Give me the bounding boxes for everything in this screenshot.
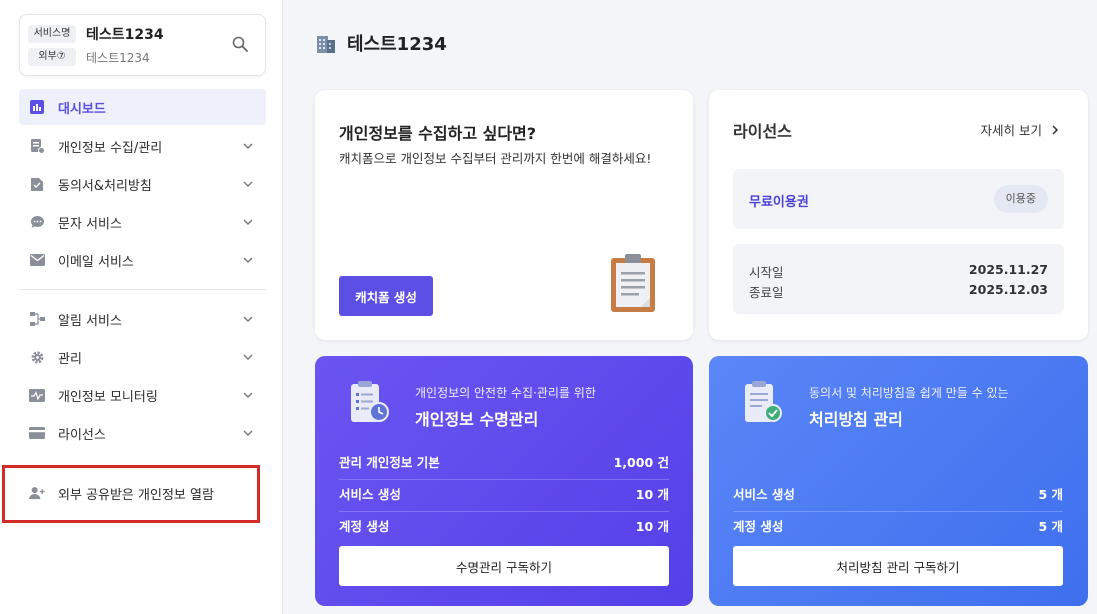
sidebar-item-label: 알림 서비스: [58, 313, 122, 329]
service-external-row: 외부⑦ 테스트1234: [28, 48, 150, 66]
service-name-tag: 서비스명: [28, 25, 76, 43]
row-label: 계정 생성: [339, 519, 390, 534]
status-badge: 이용중: [993, 185, 1048, 213]
license-start-row: 시작일 2025.11.27: [749, 262, 1048, 281]
row-value: 5 개: [1038, 519, 1063, 534]
policy-row: 계정 생성 5 개: [733, 516, 1063, 543]
sidebar-item-label: 대시보드: [58, 101, 106, 117]
sidebar-item-email[interactable]: 이메일 서비스: [19, 242, 266, 278]
license-plan: 무료이용권: [749, 195, 809, 210]
chevron-down-icon: [243, 219, 253, 225]
sidebar-item-collect[interactable]: 개인정보 수집/관리: [19, 128, 266, 164]
sidebar-item-license[interactable]: 라이선스: [19, 415, 266, 451]
row-label: 서비스 생성: [733, 487, 795, 502]
sidebar: 서비스명 테스트1234 외부⑦ 테스트1234 대시보드 개인정보 수집/관리…: [0, 0, 283, 614]
row-label: 관리 개인정보 기본: [339, 455, 440, 470]
start-value: 2025.11.27: [968, 262, 1048, 277]
highlight-box: [2, 465, 260, 523]
license-more-link[interactable]: 자세히 보기: [981, 120, 1060, 139]
lifecycle-row: 계정 생성 10 개: [339, 516, 669, 543]
row-label: 서비스 생성: [339, 487, 401, 502]
service-name: 테스트1234: [86, 27, 164, 43]
row-value: 10 개: [635, 519, 669, 534]
page-title: 테스트1234: [315, 30, 447, 56]
collect-title: 개인정보를 수집하고 싶다면?: [339, 124, 537, 143]
monitor-icon: [29, 387, 45, 403]
card-icon: [29, 425, 45, 441]
row-value: 1,000 건: [613, 455, 669, 470]
license-period-box: 시작일 2025.11.27 종료일 2025.12.03: [733, 244, 1064, 314]
document-icon: [29, 176, 45, 192]
license-end-row: 종료일 2025.12.03: [749, 282, 1048, 301]
lifecycle-row: 관리 개인정보 기본 1,000 건: [339, 452, 669, 480]
clipboard-check-icon: [745, 381, 782, 422]
page-title-text: 테스트1234: [347, 34, 447, 55]
sidebar-item-dashboard[interactable]: 대시보드: [19, 89, 266, 125]
lifecycle-promo-card: 개인정보의 안전한 수집·관리를 위한 개인정보 수명관리 관리 개인정보 기본…: [315, 356, 693, 606]
license-title: 라이선스: [733, 122, 792, 141]
service-selector[interactable]: 서비스명 테스트1234 외부⑦ 테스트1234: [19, 14, 266, 76]
gear-icon: [29, 349, 45, 365]
license-plan-box: 무료이용권 이용중: [733, 169, 1064, 229]
collect-description: 캐치폼으로 개인정보 수집부터 관리까지 한번에 해결하세요!: [339, 151, 652, 166]
chevron-down-icon: [243, 392, 253, 398]
lifecycle-subtitle: 개인정보의 안전한 수집·관리를 위한: [415, 386, 596, 400]
policy-promo-card: 동의서 및 처리방침을 쉽게 만들 수 있는 처리방침 관리 서비스 생성 5 …: [709, 356, 1088, 606]
chevron-down-icon: [243, 181, 253, 187]
sidebar-item-label: 개인정보 수집/관리: [58, 140, 163, 156]
building-icon: [317, 36, 335, 53]
chat-icon: [29, 214, 45, 230]
sidebar-item-label: 개인정보 모니터링: [58, 389, 158, 405]
policy-subtitle: 동의서 및 처리방침을 쉽게 만들 수 있는: [809, 386, 1009, 400]
sidebar-item-label: 이메일 서비스: [58, 254, 134, 270]
lifecycle-row: 서비스 생성 10 개: [339, 484, 669, 512]
end-value: 2025.12.03: [968, 282, 1048, 297]
service-name-row: 서비스명 테스트1234: [28, 24, 164, 44]
sidebar-item-label: 문자 서비스: [58, 216, 122, 232]
chevron-down-icon: [243, 430, 253, 436]
dashboard-icon: [29, 99, 45, 115]
sidebar-item-consent[interactable]: 동의서&처리방침: [19, 166, 266, 202]
sidebar-item-admin[interactable]: 관리: [19, 339, 266, 375]
subscribe-lifecycle-button[interactable]: 수명관리 구독하기: [339, 546, 669, 586]
lifecycle-title: 개인정보 수명관리: [415, 410, 539, 429]
mail-icon: [29, 252, 45, 268]
row-value: 10 개: [635, 487, 669, 502]
clipboard-clock-icon: [351, 381, 389, 422]
sidebar-item-label: 관리: [58, 351, 82, 367]
subscribe-policy-button[interactable]: 처리방침 관리 구독하기: [733, 546, 1063, 586]
chevron-down-icon: [243, 354, 253, 360]
license-more-label: 자세히 보기: [980, 123, 1042, 138]
chevron-down-icon: [243, 143, 253, 149]
sidebar-item-monitoring[interactable]: 개인정보 모니터링: [19, 377, 266, 413]
chevron-down-icon: [243, 257, 253, 263]
row-value: 5 개: [1038, 487, 1063, 502]
sidebar-item-sms[interactable]: 문자 서비스: [19, 204, 266, 240]
sidebar-item-label: 동의서&처리방침: [58, 178, 152, 194]
clipboard-icon: [611, 254, 655, 312]
sidebar-divider: [19, 289, 266, 290]
chevron-down-icon: [243, 316, 253, 322]
service-sub-name: 테스트1234: [86, 50, 150, 65]
sidebar-item-notification[interactable]: 알림 서비스: [19, 301, 266, 337]
sidebar-item-label: 라이선스: [58, 427, 106, 443]
external-tag: 외부⑦: [28, 48, 76, 66]
policy-row: 서비스 생성 5 개: [733, 484, 1063, 512]
create-catchform-button[interactable]: 캐치폼 생성: [339, 276, 433, 316]
policy-title: 처리방침 관리: [809, 410, 903, 429]
start-label: 시작일: [749, 265, 784, 280]
license-card: 라이선스 자세히 보기 무료이용권 이용중 시작일 2025.11.27 종료일…: [709, 90, 1088, 340]
end-label: 종료일: [749, 285, 784, 300]
collect-card: 개인정보를 수집하고 싶다면? 캐치폼으로 개인정보 수집부터 관리까지 한번에…: [315, 90, 693, 340]
form-icon: [29, 138, 45, 154]
flow-icon: [29, 311, 45, 327]
row-label: 계정 생성: [733, 519, 784, 534]
search-icon[interactable]: [231, 35, 249, 53]
chevron-right-icon: [1052, 124, 1059, 135]
